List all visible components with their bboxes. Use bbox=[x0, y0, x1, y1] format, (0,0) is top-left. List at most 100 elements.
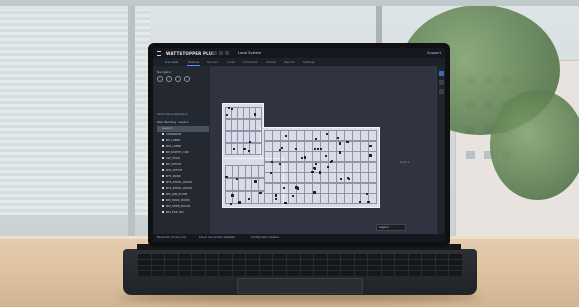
floorplan-room[interactable] bbox=[257, 178, 265, 191]
lighting-fixture-icon[interactable] bbox=[325, 132, 329, 136]
lighting-fixture-icon[interactable] bbox=[338, 142, 341, 145]
tab-devices[interactable]: Devices bbox=[188, 60, 199, 64]
tab-sensors[interactable]: Sensors bbox=[207, 60, 218, 64]
refresh-icon[interactable] bbox=[166, 76, 172, 82]
lighting-fixture-icon[interactable] bbox=[243, 147, 246, 150]
tree-item[interactable]: NEI_FILE_RM bbox=[157, 210, 209, 216]
keyboard-key bbox=[408, 265, 422, 271]
status-bar: Bluetooth: Online (14) Cloud: Connection… bbox=[153, 234, 445, 242]
switch-icon bbox=[162, 174, 164, 178]
app-screen: WATTSTOPPER PLUS Local System Support Li… bbox=[153, 48, 445, 242]
keyboard-key bbox=[151, 254, 165, 259]
lighting-fixture-icon[interactable] bbox=[346, 140, 349, 143]
lighting-fixture-icon[interactable] bbox=[225, 113, 229, 117]
tab-scenes[interactable]: Scenes bbox=[266, 60, 276, 64]
window-frame bbox=[0, 0, 579, 6]
lighting-fixture-icon[interactable] bbox=[282, 186, 285, 189]
add-icon[interactable] bbox=[157, 76, 163, 82]
switch-icon bbox=[162, 144, 164, 148]
menu-icon[interactable] bbox=[157, 51, 161, 56]
floorplan-room[interactable] bbox=[257, 165, 265, 178]
keyboard-key bbox=[259, 254, 273, 259]
floorplan-room[interactable] bbox=[368, 161, 377, 173]
lighting-fixture-icon[interactable] bbox=[274, 194, 277, 197]
keyboard-key bbox=[354, 265, 368, 271]
keyboard-key bbox=[449, 259, 462, 265]
lighting-fixture-icon[interactable] bbox=[314, 162, 318, 165]
keyboard-key bbox=[435, 254, 449, 259]
lighting-fixture-icon[interactable] bbox=[231, 194, 234, 197]
session-status: Configuration Session bbox=[251, 236, 280, 239]
lighting-fixture-icon[interactable] bbox=[358, 200, 362, 204]
switch-icon bbox=[162, 186, 164, 190]
lighting-fixture-icon[interactable] bbox=[313, 191, 316, 194]
lighting-fixture-icon[interactable] bbox=[369, 154, 372, 157]
cloud-status: Cloud: Connection Disabled bbox=[199, 236, 235, 239]
floorplan-canvas[interactable] bbox=[210, 66, 436, 234]
keyboard-key bbox=[368, 265, 381, 271]
lighting-fixture-icon[interactable] bbox=[253, 113, 257, 116]
keyboard-key bbox=[192, 259, 205, 265]
lighting-fixture-icon[interactable] bbox=[369, 144, 372, 147]
toolbar-button[interactable] bbox=[219, 51, 223, 55]
filter-icon[interactable] bbox=[175, 76, 181, 82]
keyboard-key bbox=[205, 271, 219, 276]
tab-schedules[interactable]: Schedules bbox=[243, 60, 257, 64]
floorplan[interactable] bbox=[222, 103, 380, 211]
lighting-fixture-icon[interactable] bbox=[247, 149, 250, 152]
legend-toggle[interactable]: Legend bbox=[376, 224, 406, 231]
floorplan-room[interactable] bbox=[368, 130, 377, 141]
lighting-fixture-icon[interactable] bbox=[254, 180, 257, 184]
lighting-fixture-icon[interactable] bbox=[338, 151, 341, 154]
pan-icon[interactable] bbox=[439, 89, 444, 94]
lighting-fixture-icon[interactable] bbox=[295, 186, 298, 189]
keyboard-key bbox=[300, 271, 314, 276]
floorplan-room[interactable] bbox=[368, 182, 377, 194]
lighting-fixture-icon[interactable] bbox=[367, 200, 370, 204]
switch-icon bbox=[162, 210, 164, 214]
keyboard-key bbox=[192, 254, 205, 259]
lighting-fixture-icon[interactable] bbox=[232, 147, 236, 150]
switch-icon bbox=[162, 156, 164, 160]
lighting-fixture-icon[interactable] bbox=[314, 137, 317, 140]
floorplan-room[interactable] bbox=[368, 172, 377, 183]
lighting-fixture-icon[interactable] bbox=[247, 197, 251, 200]
keyboard-key bbox=[422, 265, 435, 271]
floorplan-room[interactable] bbox=[255, 131, 262, 143]
tab-reports[interactable]: Reports bbox=[284, 60, 295, 64]
upload-icon[interactable] bbox=[184, 76, 190, 82]
floorplan-room[interactable] bbox=[255, 119, 262, 131]
navigator-tabs[interactable]: Select Items Selections bbox=[157, 113, 187, 116]
layers-icon[interactable] bbox=[439, 71, 444, 76]
keyboard-key bbox=[138, 254, 151, 259]
keyboard-key bbox=[300, 259, 314, 265]
app-header: WATTSTOPPER PLUS Local System Support bbox=[153, 48, 445, 58]
zoom-icon[interactable] bbox=[439, 80, 444, 85]
keyboard-key bbox=[165, 259, 178, 265]
toolbar-button[interactable] bbox=[213, 51, 217, 55]
keyboard-key bbox=[219, 259, 232, 265]
tab-live-view[interactable]: Live View bbox=[165, 60, 178, 64]
keyboard-key bbox=[422, 254, 435, 259]
toolbar-button[interactable] bbox=[225, 51, 229, 55]
keyboard-key bbox=[286, 254, 300, 259]
lighting-fixture-icon[interactable] bbox=[339, 177, 342, 180]
lighting-fixture-icon[interactable] bbox=[274, 197, 277, 201]
lighting-fixture-icon[interactable] bbox=[291, 194, 295, 198]
tab-areas[interactable]: Areas bbox=[227, 60, 235, 64]
lighting-fixture-icon[interactable] bbox=[313, 166, 316, 170]
keyboard-key bbox=[205, 254, 219, 259]
lighting-fixture-icon[interactable] bbox=[235, 177, 239, 180]
location-label[interactable]: Local System bbox=[238, 51, 261, 55]
tab-settings[interactable]: Settings bbox=[303, 60, 314, 64]
keyboard-key bbox=[314, 265, 327, 271]
floorplan-room[interactable] bbox=[255, 143, 262, 155]
keyboard-key bbox=[178, 271, 192, 276]
support-link[interactable]: Support bbox=[427, 51, 441, 55]
lighting-fixture-icon[interactable] bbox=[238, 201, 241, 204]
floorplan-room[interactable] bbox=[255, 107, 262, 119]
keyboard-key bbox=[246, 254, 259, 259]
lighting-fixture-icon[interactable] bbox=[230, 107, 234, 111]
lighting-fixture-icon[interactable] bbox=[311, 170, 314, 173]
lighting-fixture-icon[interactable] bbox=[229, 202, 232, 205]
